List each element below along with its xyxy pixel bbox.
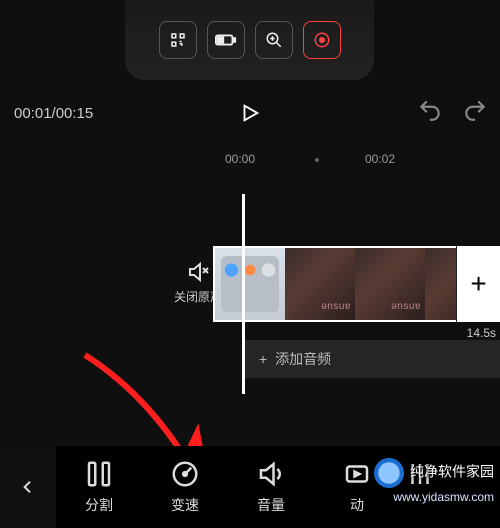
clip-thumbnail (285, 248, 355, 320)
clip-duration: 14.5s (467, 326, 496, 340)
watermark-url: www.yidasmw.com (374, 490, 494, 504)
ruler-tick: 00:02 (365, 152, 395, 166)
battery-icon[interactable] (207, 21, 245, 59)
add-clip-button[interactable]: + (456, 246, 500, 322)
toolbar-label: 动 (350, 495, 364, 515)
toolbar-split-button[interactable]: 分割 (56, 459, 142, 515)
zoom-in-icon[interactable] (255, 21, 293, 59)
toolbar-label: 变速 (171, 495, 199, 515)
clip-thumbnail (215, 248, 285, 320)
toolbar-label: 音量 (257, 495, 285, 515)
play-button[interactable] (235, 98, 265, 128)
clip-thumbnail (355, 248, 425, 320)
ruler-dot (315, 158, 319, 162)
video-preview-controls (125, 0, 374, 80)
undo-button[interactable] (415, 95, 445, 125)
add-audio-label: 添加音频 (275, 349, 331, 369)
time-readout: 00:01/00:15 (0, 105, 120, 122)
watermark-logo-icon (374, 458, 404, 488)
toolbar-back-button[interactable] (0, 446, 56, 528)
playback-bar: 00:01/00:15 (0, 95, 500, 131)
redo-button[interactable] (460, 95, 490, 125)
record-icon[interactable] (303, 21, 341, 59)
toolbar-volume-button[interactable]: 音量 (228, 459, 314, 515)
toolbar-label: 分割 (85, 495, 113, 515)
plus-icon: + (470, 268, 486, 300)
qr-icon[interactable] (159, 21, 197, 59)
timeline[interactable]: 关闭原声 + 14.5s + 添加音频 (0, 230, 500, 380)
plus-icon: + (259, 351, 267, 367)
ruler-tick: 00:00 (225, 152, 255, 166)
timeline-ruler[interactable]: 00:00 00:02 (0, 152, 500, 172)
toolbar-speed-button[interactable]: 变速 (142, 459, 228, 515)
watermark-title: 纯净软件家园 (410, 464, 494, 480)
add-audio-track-button[interactable]: + 添加音频 (245, 340, 500, 378)
watermark: 纯净软件家园 www.yidasmw.com (374, 458, 494, 504)
playhead[interactable] (242, 194, 245, 394)
